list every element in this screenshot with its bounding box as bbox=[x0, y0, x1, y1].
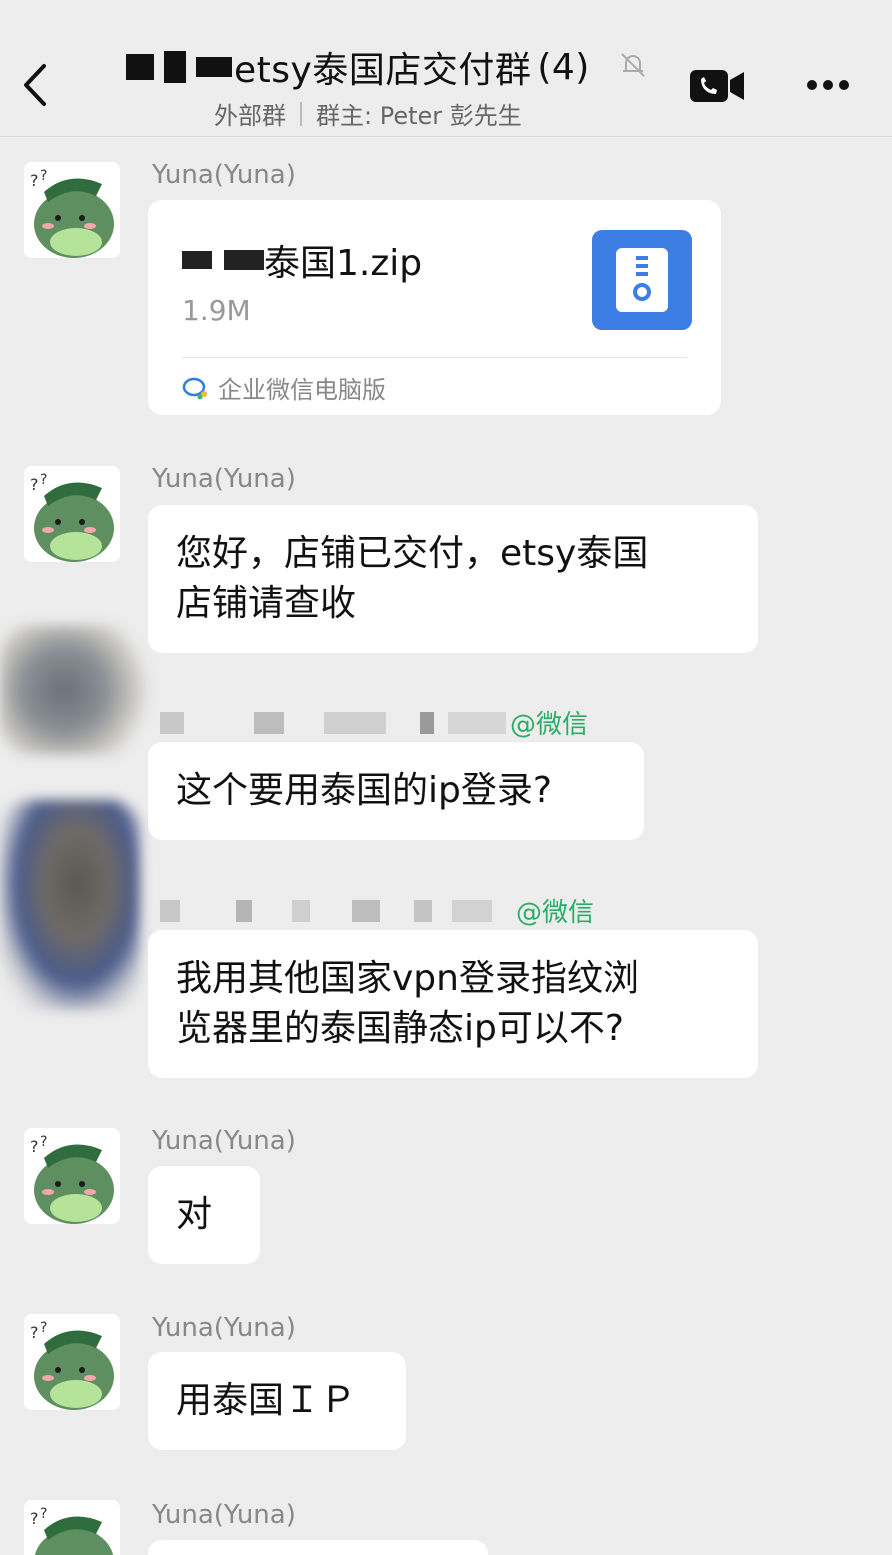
message-text-line: 这个要用泰国的ip登录? bbox=[176, 770, 552, 811]
svg-text:?: ? bbox=[40, 472, 47, 488]
chat-subtitle: 外部群 群主: Peter 彭先生 bbox=[214, 96, 522, 131]
redacted-title-prefix bbox=[164, 51, 186, 83]
message-text-line: 对 bbox=[176, 1194, 213, 1235]
redacted-title-prefix bbox=[126, 54, 154, 80]
dino-avatar-icon: ? ? bbox=[24, 1314, 120, 1410]
avatar[interactable]: ? ? bbox=[24, 1500, 120, 1555]
message-bubble[interactable]: 对 bbox=[148, 1166, 260, 1264]
message-text-line: 您好，店铺已交付，etsy泰国 bbox=[176, 533, 649, 574]
wechat-source-tag: @微信 bbox=[516, 898, 595, 928]
wechat-source-tag: @微信 bbox=[510, 710, 589, 740]
message-bubble[interactable]: 用泰国ＩＰ bbox=[148, 1352, 406, 1450]
sender-name: Yuna(Yuna) bbox=[152, 464, 296, 494]
wecom-icon bbox=[182, 377, 207, 399]
dino-avatar-icon: ? ? bbox=[24, 1128, 120, 1224]
avatar[interactable]: ? ? bbox=[24, 466, 120, 562]
svg-text:?: ? bbox=[30, 171, 39, 190]
dino-avatar-icon: ? ? bbox=[24, 1500, 120, 1555]
redacted-title-prefix bbox=[196, 57, 232, 77]
mute-icon bbox=[621, 53, 645, 77]
file-name: 泰国1.zip bbox=[264, 243, 423, 284]
message-text-line: 用泰国ＩＰ bbox=[176, 1380, 357, 1421]
avatar[interactable]: ? ? bbox=[24, 1314, 120, 1410]
chat-title-text: etsy泰国店交付群 bbox=[234, 50, 532, 91]
sender-name: Yuna(Yuna) bbox=[152, 160, 296, 190]
group-type-label: 外部群 bbox=[214, 102, 286, 130]
file-source-label: 企业微信电脑版 bbox=[218, 376, 386, 404]
subtitle-divider bbox=[300, 101, 302, 126]
dino-avatar-icon: ? ? bbox=[24, 162, 120, 258]
svg-text:?: ? bbox=[30, 1509, 39, 1528]
sender-name: Yuna(Yuna) bbox=[152, 1313, 296, 1343]
zip-file-icon bbox=[592, 230, 692, 330]
svg-text:?: ? bbox=[40, 1134, 47, 1150]
svg-text:?: ? bbox=[30, 1137, 39, 1156]
avatar[interactable]: ? ? bbox=[24, 1128, 120, 1224]
message-text-line: 店铺请查收 bbox=[176, 583, 357, 624]
avatar[interactable]: ? ? bbox=[24, 162, 120, 258]
message-text-line: 我用其他国家vpn登录指纹浏 bbox=[176, 958, 639, 999]
svg-text:?: ? bbox=[30, 1323, 39, 1342]
more-icon[interactable] bbox=[804, 74, 852, 96]
dino-avatar-icon: ? ? bbox=[24, 466, 120, 562]
blurred-avatar[interactable] bbox=[0, 625, 160, 755]
redacted-sender-name: @微信 bbox=[160, 892, 594, 929]
svg-text:?: ? bbox=[40, 1506, 47, 1522]
redacted-sender-name: @微信 bbox=[160, 704, 588, 741]
file-attachment-card[interactable]: 泰国1.zip 1.9M 企业微信电脑版 bbox=[148, 200, 721, 415]
svg-text:?: ? bbox=[40, 1320, 47, 1336]
sender-name: Yuna(Yuna) bbox=[152, 1126, 296, 1156]
redacted-file-prefix bbox=[182, 251, 212, 269]
chat-title[interactable]: etsy泰国店交付群 (4) bbox=[126, 42, 590, 92]
chat-header: etsy泰国店交付群 (4) 外部群 群主: Peter 彭先生 bbox=[0, 0, 892, 137]
message-text-line: 览器里的泰国静态ip可以不? bbox=[176, 1008, 624, 1049]
file-card-divider bbox=[182, 357, 687, 358]
message-bubble[interactable]: 这个要用泰国的ip登录? bbox=[148, 742, 644, 840]
file-size: 1.9M bbox=[182, 294, 251, 327]
message-bubble[interactable]: 您好，店铺已交付，etsy泰国 店铺请查收 bbox=[148, 505, 758, 653]
message-bubble[interactable] bbox=[148, 1540, 488, 1555]
file-name-row: 泰国1.zip bbox=[182, 234, 422, 286]
message-bubble[interactable]: 我用其他国家vpn登录指纹浏 览器里的泰国静态ip可以不? bbox=[148, 930, 758, 1078]
back-icon[interactable] bbox=[20, 62, 50, 108]
redacted-file-prefix bbox=[224, 250, 264, 270]
sender-name: Yuna(Yuna) bbox=[152, 1500, 296, 1530]
svg-text:?: ? bbox=[30, 475, 39, 494]
member-count: (4) bbox=[537, 46, 590, 88]
file-source: 企业微信电脑版 bbox=[182, 370, 386, 405]
video-call-icon[interactable] bbox=[688, 66, 746, 106]
svg-text:?: ? bbox=[40, 168, 47, 184]
group-owner-label: 群主: Peter 彭先生 bbox=[316, 102, 522, 130]
blurred-avatar[interactable] bbox=[0, 800, 140, 1010]
